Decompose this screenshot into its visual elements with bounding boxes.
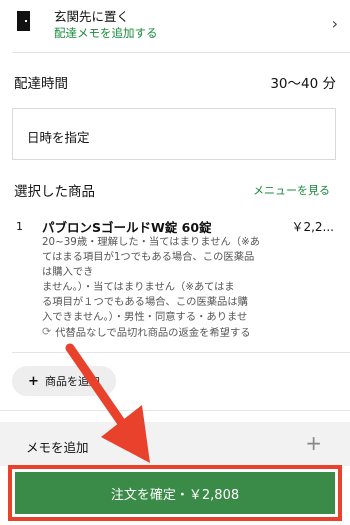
divider: [12, 52, 350, 53]
schedule-label: 日時を指定: [27, 130, 90, 145]
option-line: 20~39歳・理解した・当てはまりません（※あ: [42, 236, 260, 248]
highlight-box: [8, 465, 342, 521]
divider: [0, 410, 350, 411]
refresh-icon: ⟳: [42, 325, 52, 338]
plus-icon: +: [305, 431, 322, 455]
option-line: てはまる項目が1つでもある場合、この医薬品: [42, 251, 255, 263]
option-line: は購入でき: [42, 266, 94, 278]
schedule-button[interactable]: 日時を指定: [12, 108, 336, 160]
memo-label: メモを追加: [26, 440, 89, 455]
add-delivery-memo-link[interactable]: 配達メモを追加する: [54, 25, 158, 41]
add-item-label: 商品を追加: [44, 375, 100, 388]
option-line: 入できません。）・男性・同意する・ありませ: [42, 311, 248, 323]
add-memo-row[interactable]: メモを追加 +: [0, 422, 350, 466]
item-quantity: 1: [16, 220, 23, 233]
option-line: る項目が１つでもある場合、この医薬品は購: [42, 296, 248, 308]
plus-icon: +: [28, 373, 39, 389]
product-price: ￥2,2...: [291, 220, 334, 234]
option-line: ません。）・当てはまりません（※あてはま: [42, 281, 235, 293]
substitution-preference: ⟳ 代替品なしで品切れ商品の返金を希望する: [42, 324, 251, 339]
delivery-option-title: 玄関先に置く: [54, 9, 130, 24]
add-item-button[interactable]: + 商品を追加: [12, 366, 116, 396]
substitution-text: 代替品なしで品切れ商品の返金を希望する: [55, 327, 251, 339]
divider: [12, 352, 350, 353]
delivery-time-value: 30〜40 分: [270, 76, 336, 92]
product-options: 20~39歳・理解した・当てはまりません（※あ てはまる項目が1つでもある場合、…: [42, 235, 286, 325]
product-name: パブロンSゴールドW錠 60錠: [42, 220, 212, 235]
delivery-time-label: 配達時間: [14, 76, 68, 92]
chevron-right-icon: ›: [331, 14, 338, 33]
door-icon: [17, 11, 30, 31]
selected-items-title: 選択した商品: [14, 184, 95, 200]
view-menu-link[interactable]: メニューを見る: [253, 182, 330, 198]
delivery-option-row[interactable]: 玄関先に置く 配達メモを追加する ›: [0, 0, 350, 52]
